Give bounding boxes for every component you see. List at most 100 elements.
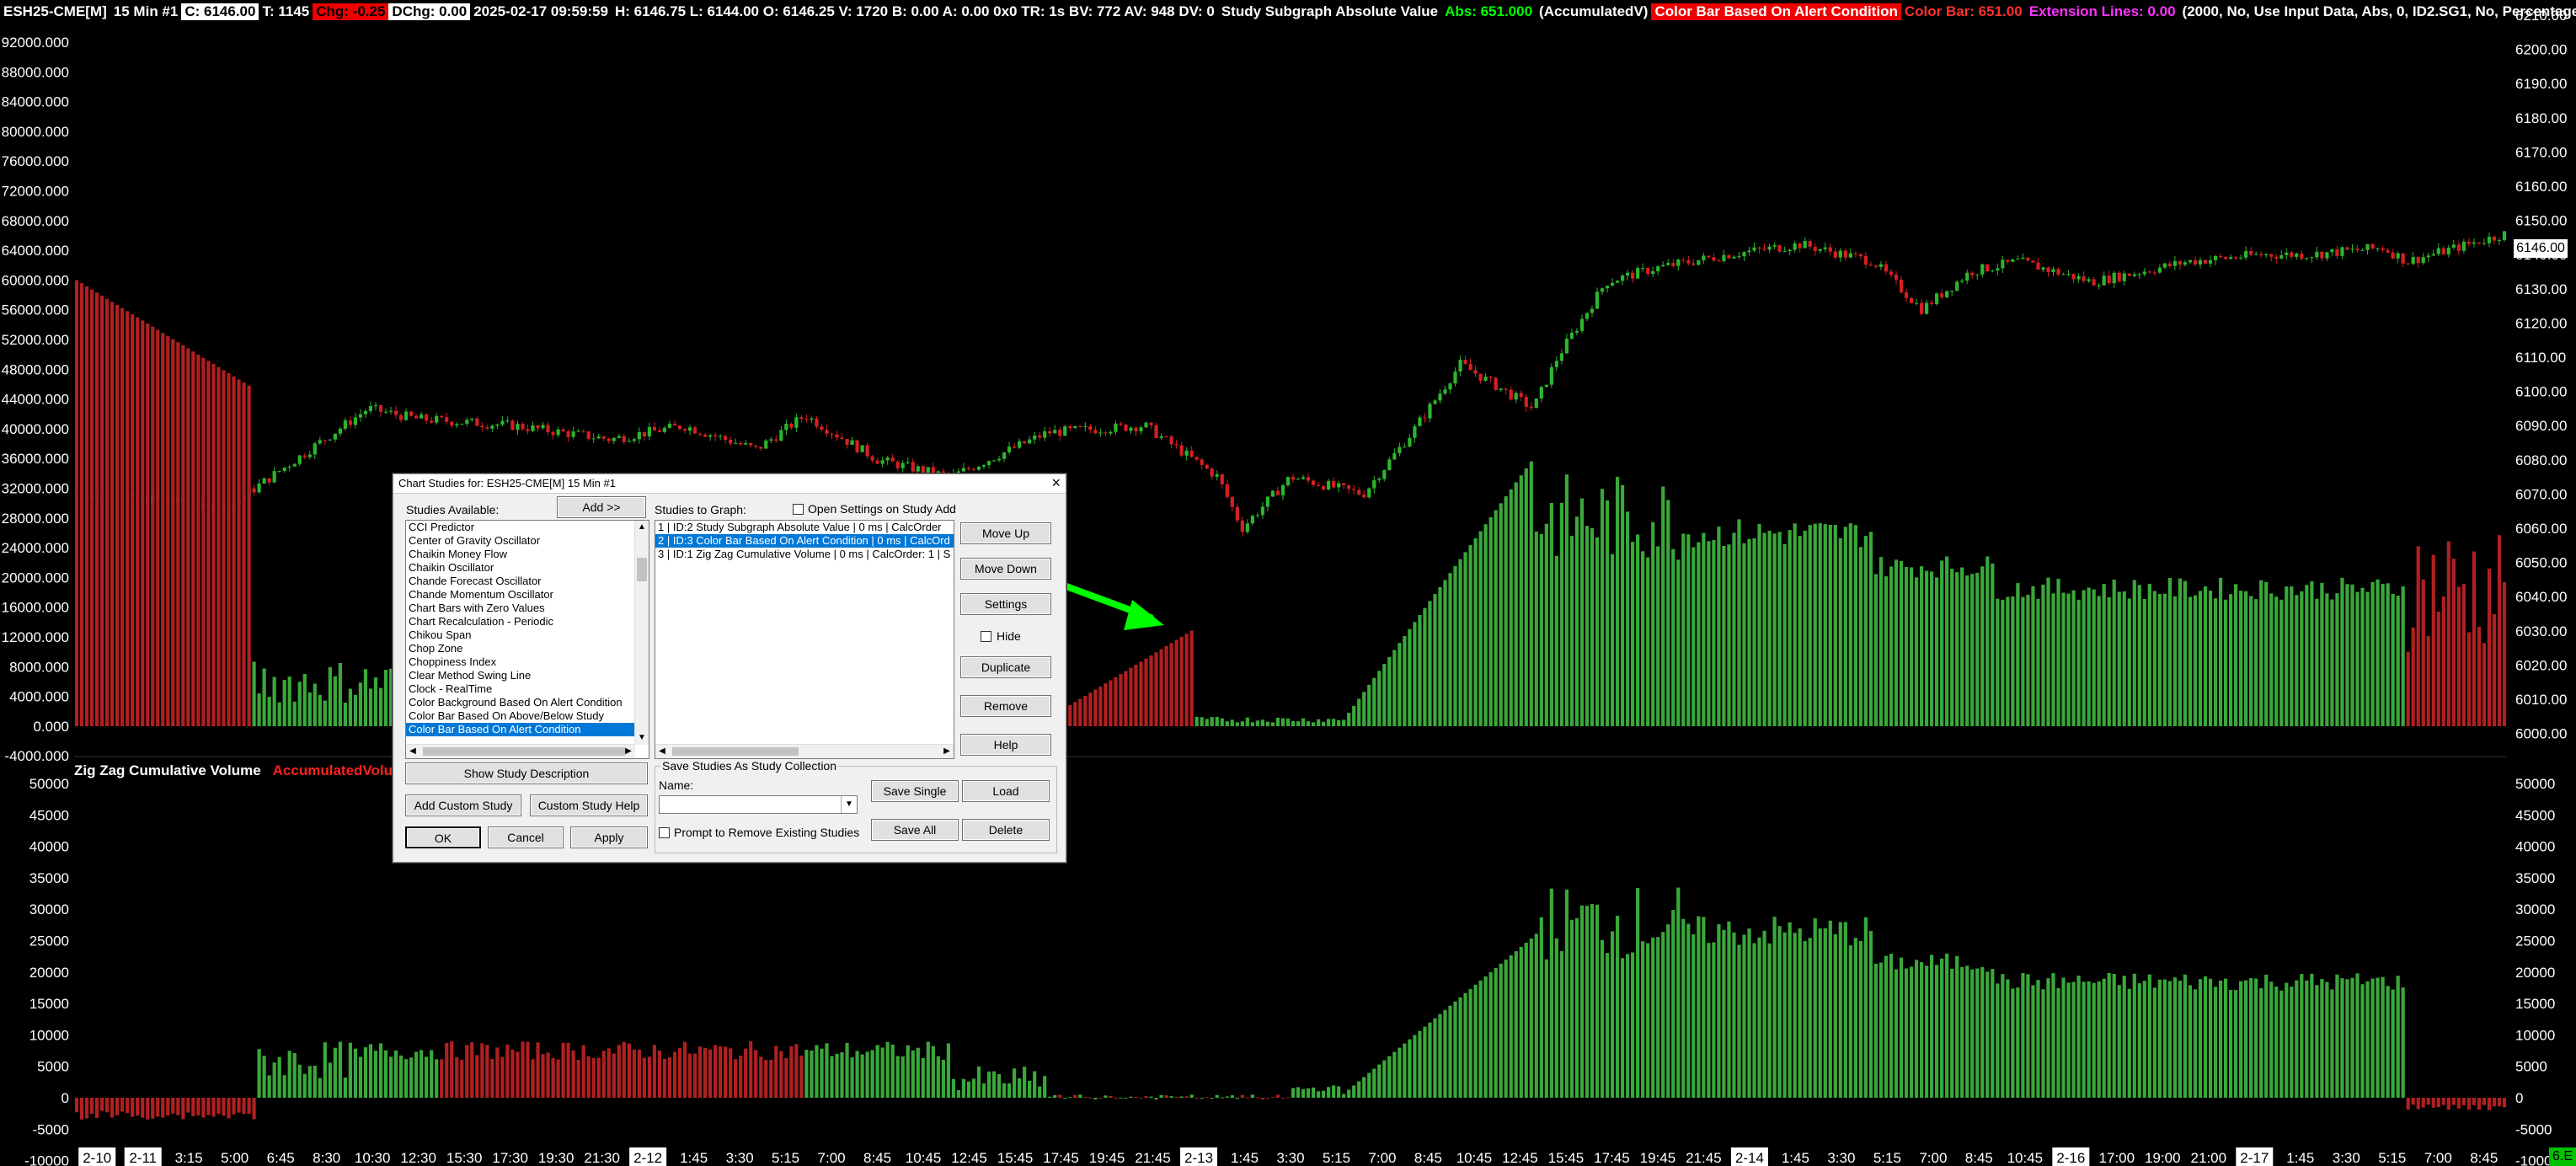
scroll-left-icon[interactable]: ◀ xyxy=(655,745,669,758)
available-study-item[interactable]: Chaikin Oscillator xyxy=(406,561,649,575)
show-study-description-button[interactable]: Show Study Description xyxy=(405,762,648,784)
right-axis-tick: 6200.00 xyxy=(2515,42,2567,58)
zigzag-volume-bar xyxy=(2325,981,2329,1098)
save-all-button[interactable]: Save All xyxy=(871,819,959,841)
price-bar-body xyxy=(1782,251,1787,253)
volume-histogram-bar xyxy=(2239,591,2243,726)
horizontal-scrollbar[interactable]: ◀ ▶ xyxy=(406,744,635,758)
price-bar-body xyxy=(1291,477,1296,480)
graph-study-item[interactable]: 2 | ID:3 Color Bar Based On Alert Condit… xyxy=(655,534,954,548)
volume-histogram-bar xyxy=(1590,528,1595,726)
apply-button[interactable]: Apply xyxy=(570,826,648,848)
zigzag-volume-bar xyxy=(561,1042,565,1098)
custom-study-help-button[interactable]: Custom Study Help xyxy=(530,794,648,816)
available-study-item[interactable]: Color Bar Based On Above/Below Study xyxy=(406,709,649,723)
available-study-item[interactable]: Choppiness Index xyxy=(406,655,649,669)
volume-histogram-bar xyxy=(1104,683,1108,726)
price-bar-body xyxy=(348,420,353,425)
graph-study-item[interactable]: 3 | ID:1 Zig Zag Cumulative Volume | 0 m… xyxy=(655,548,954,561)
hide-checkbox[interactable] xyxy=(981,631,991,642)
price-bar-body xyxy=(292,463,297,467)
price-bar-body xyxy=(2391,252,2395,259)
settings-button[interactable]: Settings xyxy=(960,593,1051,615)
zigzag-volume-bar xyxy=(2340,978,2344,1098)
price-bar-body xyxy=(1651,270,1655,275)
left-axis-tick: 16000.000 xyxy=(2,600,69,616)
price-bar-body xyxy=(561,429,565,432)
ok-button[interactable]: OK xyxy=(405,826,481,848)
scroll-thumb[interactable] xyxy=(423,747,625,756)
price-bar-body xyxy=(1316,484,1321,486)
delete-button[interactable]: Delete xyxy=(962,819,1050,841)
graph-study-item[interactable]: 1 | ID:2 Study Subgraph Absolute Value |… xyxy=(655,521,954,534)
move-up-button[interactable]: Move Up xyxy=(960,522,1051,544)
volume-histogram-bar xyxy=(1327,719,1331,726)
price-bar-body xyxy=(697,433,703,435)
horizontal-scrollbar[interactable]: ◀ ▶ xyxy=(655,744,954,758)
zigzag-volume-bar xyxy=(2234,990,2238,1098)
zigzag-volume-bar xyxy=(378,1043,383,1098)
zigzag-volume-bar xyxy=(2203,976,2208,1098)
zigzag-volume-bar xyxy=(860,1054,864,1098)
zigzag-volume-bar xyxy=(2041,989,2045,1098)
save-single-button[interactable]: Save Single xyxy=(871,780,959,802)
zigzag-volume-bar xyxy=(2132,973,2136,1098)
time-axis-label: 15:45 xyxy=(1548,1150,1585,1166)
remove-button[interactable]: Remove xyxy=(960,695,1051,717)
dialog-title-bar[interactable]: Chart Studies for: ESH25-CME[M] 15 Min #… xyxy=(393,474,1066,494)
load-button[interactable]: Load xyxy=(962,780,1050,802)
zigzag-volume-bar xyxy=(510,1049,515,1098)
available-study-item[interactable]: Chikou Span xyxy=(406,628,649,642)
available-study-item[interactable]: Center of Gravity Oscillator xyxy=(406,534,649,548)
move-down-button[interactable]: Move Down xyxy=(960,558,1051,580)
price-bar-body xyxy=(835,434,839,438)
open-settings-checkbox[interactable] xyxy=(793,504,804,515)
zigzag-volume-bar xyxy=(2330,989,2334,1098)
available-study-item[interactable]: Chart Bars with Zero Values xyxy=(406,602,649,615)
available-study-item[interactable]: Chande Momentum Oscillator xyxy=(406,588,649,602)
volume-histogram-bar xyxy=(131,314,135,726)
zigzag-volume-bar xyxy=(2279,990,2284,1098)
add-study-button[interactable]: Add >> xyxy=(557,496,646,518)
available-study-item[interactable]: Color Background Based On Alert Conditio… xyxy=(406,696,649,709)
cancel-button[interactable]: Cancel xyxy=(488,826,564,848)
scroll-right-icon[interactable]: ▶ xyxy=(622,745,635,758)
scroll-down-icon[interactable]: ▼ xyxy=(635,731,649,745)
available-study-item[interactable]: Chaikin Money Flow xyxy=(406,548,649,561)
zigzag-volume-bar xyxy=(1098,1098,1103,1099)
chevron-down-icon[interactable]: ▼ xyxy=(841,796,857,813)
volume-histogram-bar xyxy=(2416,546,2420,726)
available-study-item[interactable]: Chart Recalculation - Periodic xyxy=(406,615,649,628)
vertical-scrollbar[interactable]: ▲ ▼ xyxy=(634,521,649,745)
studies-to-graph-list[interactable]: 1 | ID:2 Study Subgraph Absolute Value |… xyxy=(655,520,954,759)
trading-chart[interactable]: 92000.000 88000.000 84000.000 80000.000 7600… xyxy=(0,0,2576,1166)
zigzag-volume-bar xyxy=(784,1057,788,1098)
prompt-remove-checkbox[interactable] xyxy=(659,827,670,838)
price-bar-body xyxy=(2300,253,2304,259)
zigzag-volume-bar xyxy=(652,1045,657,1098)
available-study-item[interactable]: Clear Method Swing Line xyxy=(406,669,649,682)
help-button[interactable]: Help xyxy=(960,734,1051,756)
price-bar-body xyxy=(1332,481,1336,488)
volume-histogram-bar xyxy=(1458,559,1462,726)
volume-histogram-bar xyxy=(1134,665,1138,726)
duplicate-button[interactable]: Duplicate xyxy=(960,656,1051,678)
zigzag-volume-bar xyxy=(2492,1098,2497,1107)
add-custom-study-button[interactable]: Add Custom Study xyxy=(405,794,521,816)
scroll-right-icon[interactable]: ▶ xyxy=(940,745,954,758)
close-icon[interactable]: × xyxy=(1051,474,1061,492)
scroll-thumb[interactable] xyxy=(637,558,647,581)
scroll-left-icon[interactable]: ◀ xyxy=(406,745,420,758)
studies-available-list[interactable]: CCI Predictor Center of Gravity Oscillato… xyxy=(405,520,649,759)
price-bar-body xyxy=(2107,275,2111,284)
scroll-thumb[interactable] xyxy=(672,747,799,756)
available-study-item[interactable]: CCI Predictor xyxy=(406,521,649,534)
available-study-item[interactable]: Clock - RealTime xyxy=(406,682,649,696)
available-study-item[interactable]: Color Bar Based On Alert Condition xyxy=(406,723,649,736)
collection-name-combo[interactable]: ▼ xyxy=(659,795,858,814)
available-study-item[interactable]: Chop Zone xyxy=(406,642,649,655)
scroll-up-icon[interactable]: ▲ xyxy=(635,521,649,534)
volume-histogram-bar xyxy=(1945,556,1949,726)
available-study-item[interactable]: Chande Forecast Oscillator xyxy=(406,575,649,588)
price-bar-body xyxy=(1930,302,1934,304)
